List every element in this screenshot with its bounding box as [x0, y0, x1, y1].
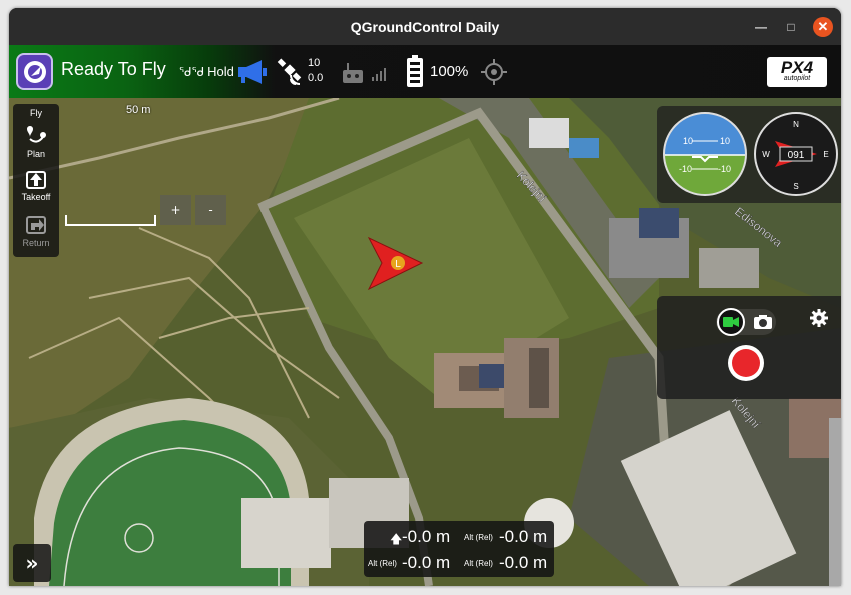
maximize-button[interactable]: □: [781, 17, 801, 37]
window-title: QGroundControl Daily: [350, 18, 500, 35]
satellite-icon[interactable]: [277, 57, 305, 87]
record-button[interactable]: [728, 345, 764, 381]
altitude-change-value: -0.0 m: [402, 527, 451, 546]
px4-logo-subtext: autopilot: [783, 75, 811, 82]
pitch-down-label-left: -10: [679, 164, 692, 174]
megaphone-icon[interactable]: [236, 58, 270, 86]
compass-heading: 091: [788, 150, 805, 161]
close-button[interactable]: ✕: [813, 17, 833, 37]
compass-s: S: [793, 182, 798, 191]
rc-transmitter-icon[interactable]: [341, 62, 367, 84]
gps-satellite-count: 10: [308, 57, 321, 69]
map-scale-label: 50 m: [126, 104, 151, 116]
app-window: QGroundControl Daily — □ ✕ Ready To Fly …: [9, 8, 841, 586]
record-icon: [732, 349, 760, 377]
street-label-kolejni-1: Kolejní: [514, 168, 550, 205]
alt-rel-label-1: Alt (Rel): [464, 533, 493, 542]
alt-rel-value-3: -0.0 m: [499, 553, 548, 572]
arrow-up-icon: 🡅: [390, 532, 403, 546]
camera-panel: [657, 296, 841, 399]
qgc-logo-button[interactable]: [16, 53, 53, 90]
mode-icon: ᖁᖁ: [179, 64, 205, 79]
compass-e: E: [823, 150, 828, 159]
gear-icon[interactable]: [810, 309, 828, 327]
minimize-button[interactable]: —: [751, 17, 771, 37]
gps-crosshair-icon[interactable]: [480, 58, 508, 86]
main-toolbar: Ready To Fly ᖁᖁ Hold 10 0.0 100% PX4 aut…: [9, 45, 841, 98]
battery-percent: 100%: [430, 63, 469, 80]
compass: N S W E 091: [754, 112, 838, 196]
px4-logo-text: PX4: [780, 58, 814, 77]
map-view[interactable]: Fly Plan Takeoff Return + - L Kolejní Ed…: [9, 98, 841, 586]
alt-rel-label-3: Alt (Rel): [464, 559, 493, 568]
compass-n: N: [793, 120, 799, 129]
flight-mode[interactable]: ᖁᖁ Hold: [179, 64, 234, 79]
gps-hdop: 0.0: [308, 72, 324, 84]
street-label-edisonova: Edisonova: [732, 204, 785, 250]
expand-panel-button[interactable]: »: [13, 544, 51, 582]
flight-mode-label: Hold: [207, 64, 234, 79]
attitude-indicator: 10 10 -10 -10: [663, 112, 747, 196]
battery-icon[interactable]: [406, 55, 424, 88]
title-bar: QGroundControl Daily — □ ✕: [9, 8, 841, 45]
photo-camera-icon[interactable]: [753, 314, 773, 330]
pitch-up-label-right: 10: [720, 136, 730, 146]
signal-strength-icon: [372, 68, 386, 81]
qgc-logo-icon: [23, 60, 46, 83]
telemetry-values[interactable]: 🡅 -0.0 m Alt (Rel) -0.0 m Alt (Rel) -0.0…: [364, 521, 554, 577]
street-label-kolejni-2: Kolejní: [729, 394, 764, 432]
instrument-panel: 10 10 -10 -10 N S W E 091: [657, 106, 841, 203]
video-mode-button[interactable]: [717, 308, 745, 336]
pitch-up-label-left: 10: [683, 136, 693, 146]
video-camera-icon: [723, 317, 739, 327]
alt-rel-value-2: -0.0 m: [402, 553, 451, 572]
vehicle-status[interactable]: Ready To Fly: [61, 59, 166, 80]
alt-rel-label-2: Alt (Rel): [368, 559, 397, 568]
pitch-down-label-right: -10: [718, 164, 731, 174]
alt-rel-value-1: -0.0 m: [499, 527, 548, 546]
chevron-right-icon: »: [25, 551, 39, 575]
px4-logo: PX4 autopilot: [767, 57, 827, 87]
compass-w: W: [762, 150, 770, 159]
